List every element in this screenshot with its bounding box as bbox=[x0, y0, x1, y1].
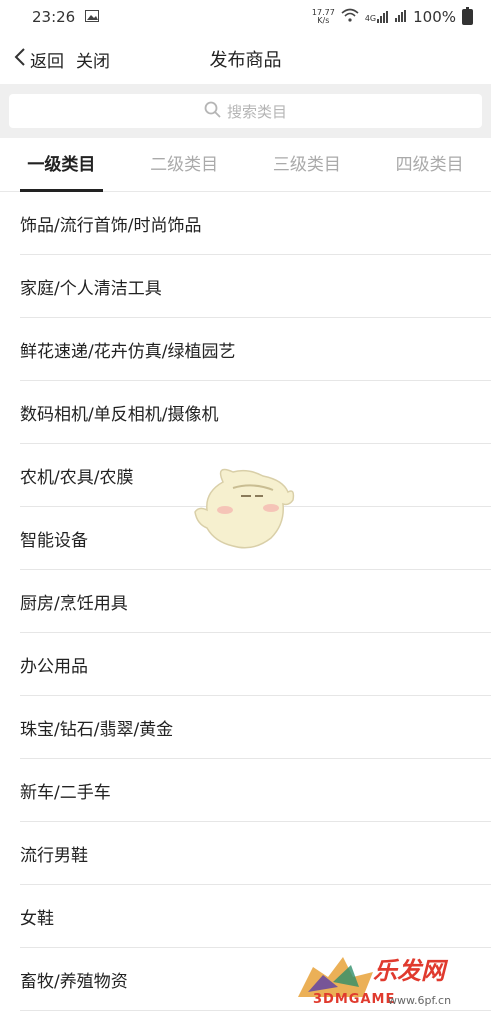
battery-icon bbox=[462, 7, 473, 25]
status-bar: 23:26 17.77 K/s 4G 100% bbox=[0, 0, 491, 34]
battery-percent: 100% bbox=[413, 8, 456, 26]
search-placeholder: 搜索类目 bbox=[226, 102, 287, 121]
close-button[interactable]: 关闭 bbox=[76, 47, 110, 72]
watermark-subtext: 3DMGAME bbox=[313, 992, 396, 1007]
list-item[interactable]: 珠宝/钻石/翡翠/黄金 bbox=[20, 696, 491, 759]
list-item[interactable]: 数码相机/单反相机/摄像机 bbox=[20, 381, 491, 444]
watermark-url: www.6pf.cn bbox=[388, 994, 452, 1007]
mascot-illustration bbox=[193, 462, 296, 554]
tab-level-1[interactable]: 一级类目 bbox=[0, 138, 123, 192]
tab-level-3[interactable]: 三级类目 bbox=[246, 138, 369, 192]
list-item[interactable]: 鲜花速递/花卉仿真/绿植园艺 bbox=[20, 318, 491, 381]
nav-bar: 返回 关闭 发布商品 bbox=[0, 34, 491, 84]
list-item[interactable]: 流行男鞋 bbox=[20, 822, 491, 885]
search-icon bbox=[204, 101, 221, 122]
list-item[interactable]: 女鞋 bbox=[20, 885, 491, 948]
watermark-text: 乐发网 bbox=[373, 956, 445, 985]
back-button[interactable]: 返回 bbox=[14, 47, 64, 72]
watermark-logo: 乐发网 3DMGAME www.6pf.cn bbox=[293, 947, 483, 1009]
signal-icon: 4G bbox=[365, 11, 389, 23]
signal-icon-2 bbox=[395, 8, 407, 26]
status-time: 23:26 bbox=[32, 8, 76, 26]
category-list: 饰品/流行首饰/时尚饰品 家庭/个人清洁工具 鲜花速递/花卉仿真/绿植园艺 数码… bbox=[0, 192, 491, 1011]
list-item[interactable]: 办公用品 bbox=[20, 633, 491, 696]
list-item[interactable]: 厨房/烹饪用具 bbox=[20, 570, 491, 633]
list-item[interactable]: 家庭/个人清洁工具 bbox=[20, 255, 491, 318]
wifi-icon bbox=[341, 8, 359, 26]
category-level-tabs: 一级类目 二级类目 三级类目 四级类目 bbox=[0, 138, 491, 192]
tab-level-2[interactable]: 二级类目 bbox=[123, 138, 246, 192]
back-label: 返回 bbox=[30, 51, 64, 72]
chevron-left-icon bbox=[14, 47, 26, 71]
page-title: 发布商品 bbox=[209, 50, 282, 71]
list-item[interactable]: 新车/二手车 bbox=[20, 759, 491, 822]
network-speed: 17.77 K/s bbox=[311, 8, 335, 25]
search-input[interactable]: 搜索类目 bbox=[9, 94, 482, 128]
image-notification-icon bbox=[85, 8, 100, 26]
search-bar: 搜索类目 bbox=[0, 84, 491, 138]
tab-level-4[interactable]: 四级类目 bbox=[368, 138, 491, 192]
list-item[interactable]: 饰品/流行首饰/时尚饰品 bbox=[20, 192, 491, 255]
